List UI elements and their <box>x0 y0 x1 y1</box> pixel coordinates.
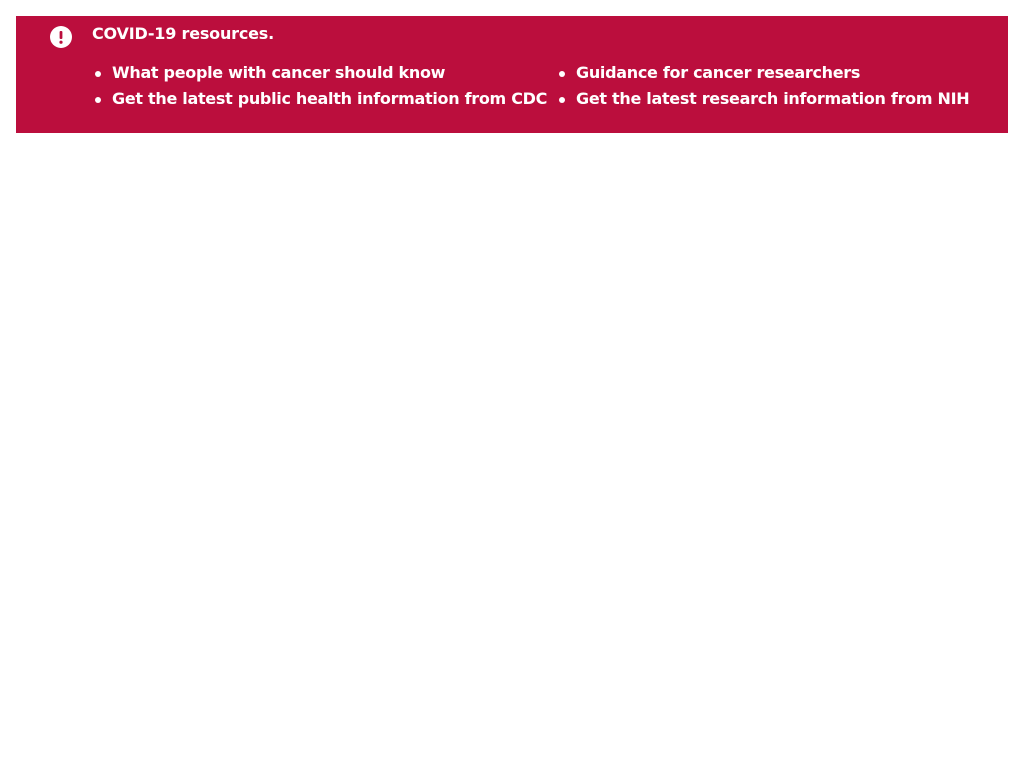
link-cdc-info[interactable]: Get the latest public health information… <box>112 89 547 108</box>
exclamation-circle-icon <box>50 26 72 48</box>
resource-links-left: What people with cancer should know Get … <box>92 62 547 114</box>
banner-title: COVID-19 resources. <box>92 24 274 43</box>
list-item: Get the latest public health information… <box>92 88 547 114</box>
bullet-icon <box>95 71 101 77</box>
list-item: Guidance for cancer researchers <box>556 62 969 88</box>
bullet-icon <box>559 71 565 77</box>
bullet-icon <box>559 97 565 103</box>
link-nih-research[interactable]: Get the latest research information from… <box>576 89 970 108</box>
bullet-icon <box>95 97 101 103</box>
covid-alert-banner: COVID-19 resources. What people with can… <box>16 16 1008 133</box>
link-people-with-cancer[interactable]: What people with cancer should know <box>112 63 445 82</box>
list-item: What people with cancer should know <box>92 62 547 88</box>
list-item: Get the latest research information from… <box>556 88 970 114</box>
resource-links-right: Guidance for cancer researchers Get the … <box>556 62 970 114</box>
link-researcher-guidance[interactable]: Guidance for cancer researchers <box>576 63 860 82</box>
